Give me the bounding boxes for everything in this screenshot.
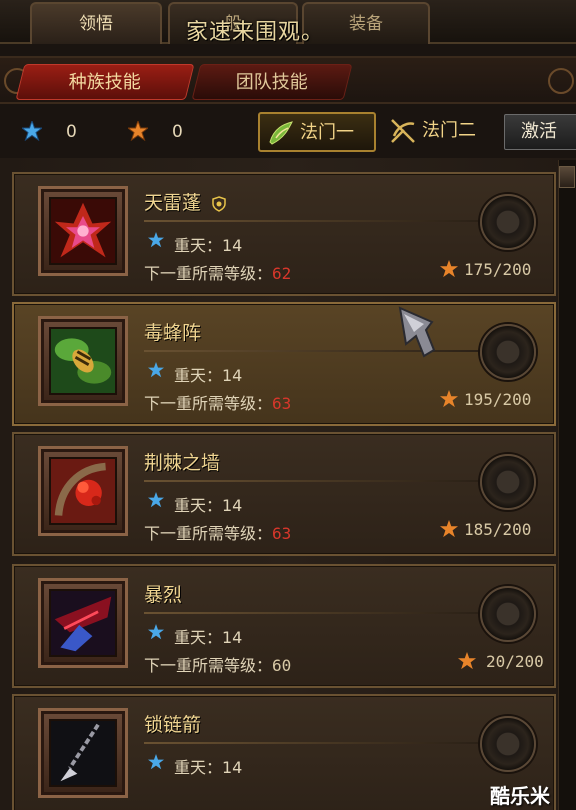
blue-star-gem-icon — [148, 624, 164, 640]
skill-cost: 195/200 — [464, 390, 532, 409]
skill-requirement: 下一重所需等级：62 — [144, 264, 292, 283]
upgrade-disc-button[interactable] — [480, 716, 536, 772]
skill-icon-frame — [38, 578, 128, 668]
divider — [144, 612, 484, 614]
skill-card[interactable]: 暴烈 重天：14 下一重所需等级：60 20/200 — [12, 564, 556, 688]
upgrade-disc-button[interactable] — [480, 324, 536, 380]
blue-star-gem-icon — [22, 121, 42, 141]
right-ornament-icon — [548, 68, 574, 94]
skill-card[interactable]: 荆棘之墙 重天：14 下一重所需等级：63 185/200 — [12, 432, 556, 556]
chain-arrow-icon — [49, 719, 117, 787]
watermark-logo: 酷乐米 — [490, 784, 550, 808]
formation-one-label: 法门一 — [300, 122, 354, 143]
divider — [144, 742, 484, 744]
skill-icon-frame — [38, 316, 128, 406]
skill-card[interactable]: 毒蜂阵 重天：14 下一重所需等级：63 195/200 — [12, 302, 556, 426]
scrollbar[interactable] — [558, 160, 576, 810]
formation-one-button[interactable]: 法门一 — [258, 112, 376, 152]
skill-icon-frame — [38, 708, 128, 798]
skill-realm: 重天：14 — [174, 758, 243, 777]
shield-icon — [212, 195, 226, 212]
orange-star-gem-icon — [128, 121, 148, 141]
skill-name: 毒蜂阵 — [144, 322, 202, 344]
skill-realm: 重天：14 — [174, 366, 243, 385]
category-ribbon: 种族技能 团队技能 — [0, 56, 576, 104]
skill-requirement: 下一重所需等级：60 — [144, 656, 292, 675]
tab-comprehend[interactable]: 领悟 — [30, 2, 162, 44]
skill-card[interactable]: 天雷蓬 重天：14 下一重所需等级：62 175/200 — [12, 172, 556, 296]
skill-name: 天雷蓬 — [144, 188, 227, 215]
upgrade-disc-button[interactable] — [480, 194, 536, 250]
orange-gem-count: 0 — [172, 122, 183, 142]
activate-button[interactable]: 激活 — [504, 114, 576, 150]
scroll-up-arrow-icon[interactable] — [559, 166, 575, 188]
thorn-icon — [49, 457, 117, 525]
orange-star-gem-icon — [458, 652, 476, 670]
skill-requirement: 下一重所需等级：63 — [144, 524, 292, 543]
skill-icon-frame — [38, 446, 128, 536]
orange-star-gem-icon — [440, 520, 458, 538]
skill-name: 锁链箭 — [144, 714, 202, 736]
skill-name: 荆棘之墙 — [144, 452, 221, 474]
skill-card[interactable]: 锁链箭 重天：14 — [12, 694, 556, 810]
leaf-swirl-icon — [269, 121, 293, 145]
formation-two-label: 法门二 — [422, 120, 476, 141]
tab-race-skills[interactable]: 种族技能 — [15, 64, 195, 100]
divider — [144, 480, 484, 482]
formation-two-button[interactable]: 法门二 — [382, 112, 500, 152]
blue-gem-count: 0 — [66, 122, 77, 142]
required-level: 62 — [272, 264, 292, 283]
orange-star-gem-icon — [440, 260, 458, 278]
blue-star-gem-icon — [148, 492, 164, 508]
blue-star-gem-icon — [148, 232, 164, 248]
skill-cost: 20/200 — [486, 652, 544, 671]
skill-name: 暴烈 — [144, 584, 183, 606]
skill-realm: 重天：14 — [174, 628, 243, 647]
chat-overlay-text: 家速来围观。 — [186, 20, 325, 45]
required-level: 63 — [272, 524, 292, 543]
skill-cost: 185/200 — [464, 520, 532, 539]
thunder-icon — [49, 197, 117, 265]
cursor-icon — [398, 306, 436, 358]
skill-icon-frame — [38, 186, 128, 276]
skill-realm: 重天：14 — [174, 236, 243, 255]
top-tab-bar: 领悟 般 装备 家速来围观。 — [0, 0, 576, 45]
required-level: 60 — [272, 656, 292, 675]
crossbow-icon — [391, 119, 415, 143]
stats-bar: 0 0 法门一 法门二 — [0, 106, 576, 156]
divider — [144, 220, 484, 222]
blue-star-gem-icon — [148, 754, 164, 770]
skill-requirement: 下一重所需等级：63 — [144, 394, 292, 413]
upgrade-disc-button[interactable] — [480, 454, 536, 510]
skill-realm: 重天：14 — [174, 496, 243, 515]
tab-team-skills[interactable]: 团队技能 — [191, 64, 353, 100]
skill-cost: 175/200 — [464, 260, 532, 279]
blue-star-gem-icon — [148, 362, 164, 378]
fury-icon — [49, 589, 117, 657]
bee-icon — [49, 327, 117, 395]
orange-star-gem-icon — [440, 390, 458, 408]
upgrade-disc-button[interactable] — [480, 586, 536, 642]
required-level: 63 — [272, 394, 292, 413]
